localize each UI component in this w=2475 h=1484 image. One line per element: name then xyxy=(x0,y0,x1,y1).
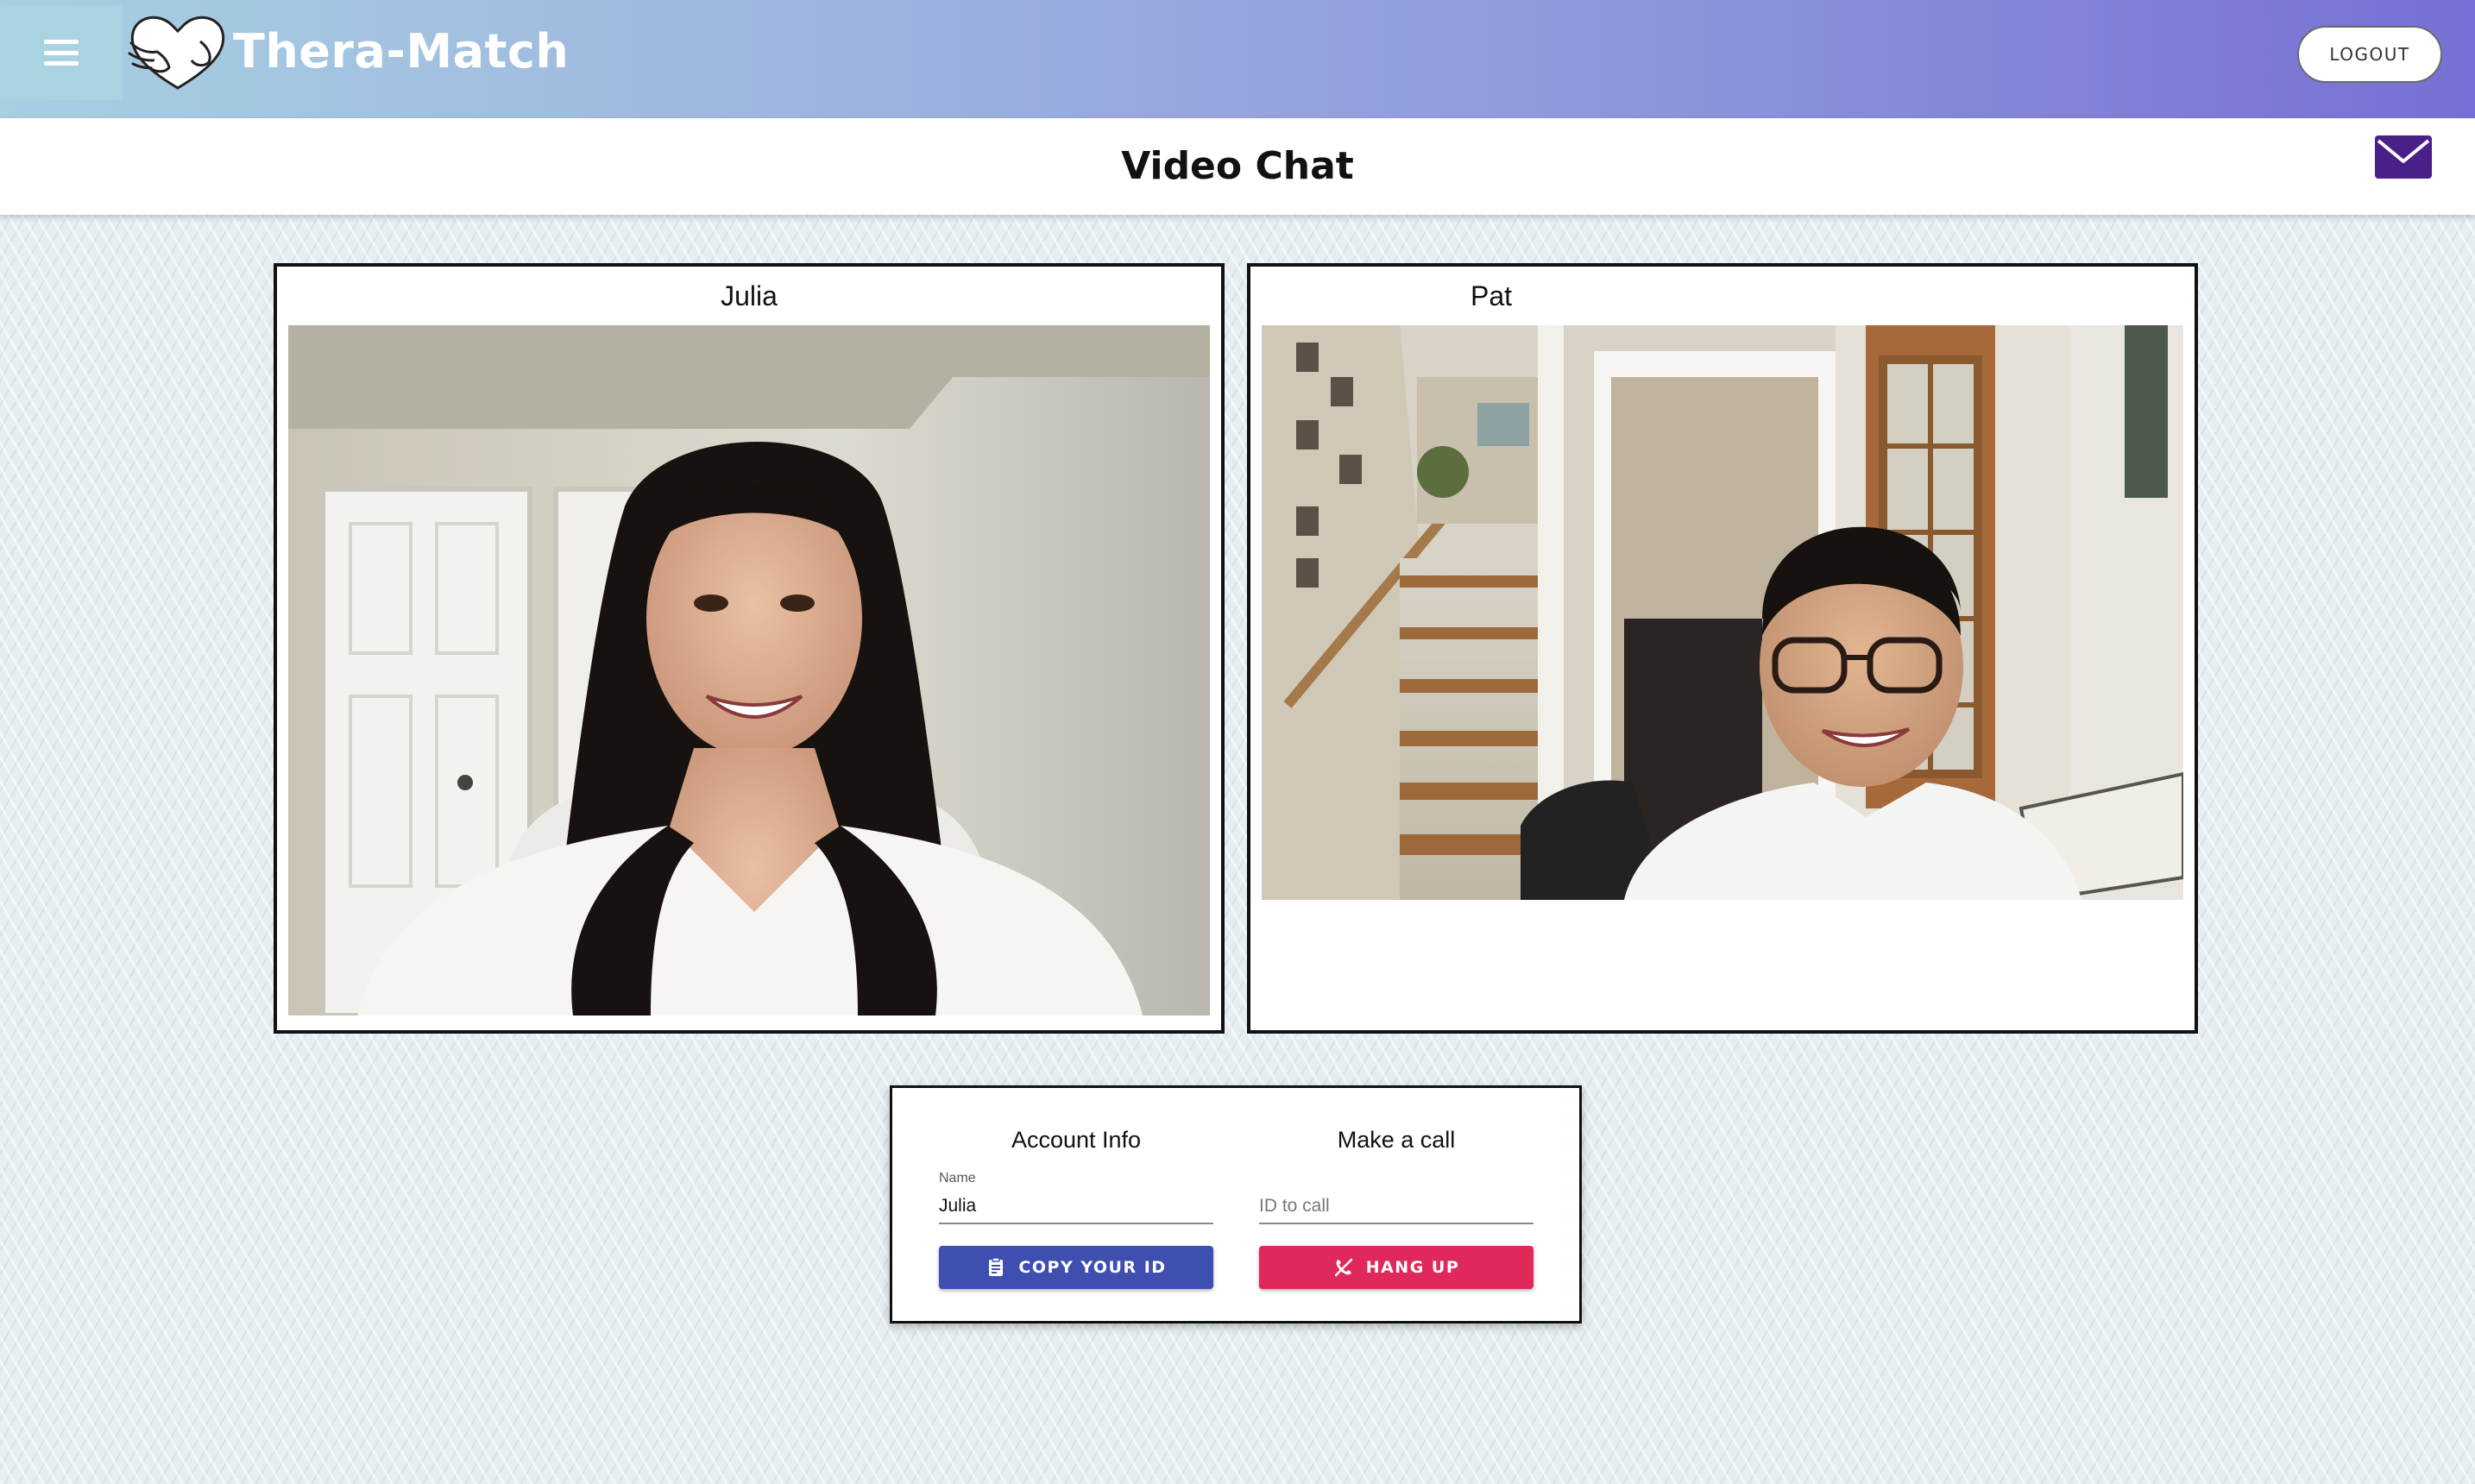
mail-icon[interactable] xyxy=(2375,135,2432,179)
menu-button[interactable] xyxy=(0,5,123,100)
make-call-title: Make a call xyxy=(1337,1127,1456,1153)
hang-up-label: HANG UP xyxy=(1365,1258,1460,1277)
account-info-title: Account Info xyxy=(1011,1127,1142,1153)
page-header: Video Chat xyxy=(0,118,2475,215)
local-video-panel: Julia xyxy=(274,263,1225,1034)
menu-icon xyxy=(44,40,79,66)
id-to-call-field[interactable] xyxy=(1259,1190,1533,1224)
local-video-label: Julia xyxy=(721,280,778,311)
name-field-label: Name xyxy=(939,1171,976,1185)
name-field[interactable] xyxy=(939,1190,1213,1224)
remote-video-panel: Pat xyxy=(1247,263,2198,1034)
copy-your-id-button[interactable]: COPY YOUR ID xyxy=(939,1246,1213,1289)
call-controls-card: Account Info Name COPY YOUR ID Make a ca… xyxy=(890,1085,1582,1324)
remote-video-feed xyxy=(1262,325,2183,900)
copy-your-id-label: COPY YOUR ID xyxy=(1018,1258,1167,1277)
logout-button[interactable]: LOGOUT xyxy=(2297,26,2442,83)
heart-hands-logo-icon xyxy=(128,16,225,90)
call-end-icon xyxy=(1334,1258,1352,1277)
local-video-feed xyxy=(288,325,1210,1016)
hang-up-button[interactable]: HANG UP xyxy=(1259,1246,1533,1289)
clipboard-icon xyxy=(989,1257,1004,1276)
app-brand: Thera-Match xyxy=(233,24,570,79)
remote-video-label: Pat xyxy=(1471,280,1513,311)
app-bar: Thera-Match LOGOUT xyxy=(0,0,2475,118)
page-title: Video Chat xyxy=(1121,144,1354,188)
